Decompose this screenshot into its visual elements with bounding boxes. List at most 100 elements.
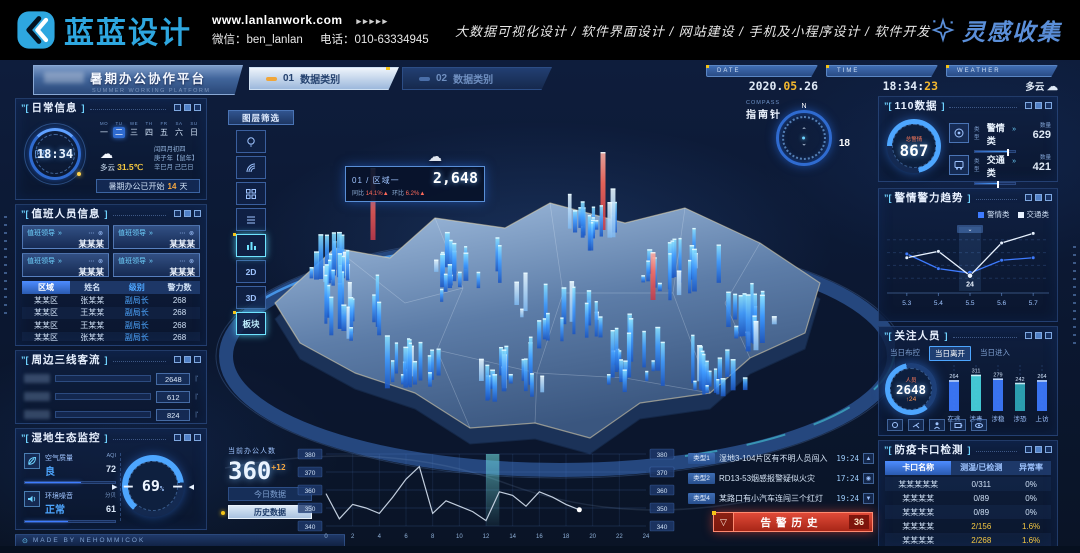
alert-up-icon[interactable]: ▲ — [863, 453, 874, 464]
cell: 268 — [159, 308, 200, 317]
pin-icon[interactable] — [1035, 102, 1042, 109]
pin-icon[interactable] — [1035, 446, 1042, 453]
column-header[interactable]: 级别 — [115, 282, 160, 293]
checkpoint-name: 某某某某 — [885, 535, 951, 546]
table-row[interactable]: 某某某某某0/3110% — [885, 477, 1051, 491]
alert-row[interactable]: 类型1湿地3-104片区有不明人员闯入19:24▲ — [688, 450, 874, 467]
column-header[interactable]: 异常率 — [1011, 461, 1051, 475]
focus-tab-当日布控[interactable]: 当日布控 — [885, 346, 925, 361]
table-row[interactable]: 某某区张某某副局长268 — [22, 332, 200, 342]
wechat-info: 微信：ben_lanlan — [212, 34, 303, 46]
alert-dot-icon[interactable]: ◉ — [863, 473, 874, 484]
table-row[interactable]: 某某某某2/1561.6% — [885, 519, 1051, 533]
交通类-row[interactable]: 类型交通类»数量421 — [949, 153, 1051, 183]
table-row[interactable]: 某某区王某某副局长268 — [22, 319, 200, 332]
expand-icon[interactable] — [1045, 446, 1052, 453]
minimize-icon[interactable] — [174, 210, 181, 217]
weekday-cell[interactable]: FR五 — [158, 121, 170, 138]
bars-layer-icon-button[interactable] — [236, 234, 266, 257]
table-row[interactable]: 某某某某0/890% — [885, 491, 1051, 505]
layer-mode-button-3D[interactable]: 3D — [236, 286, 266, 309]
pin-icon[interactable] — [184, 356, 191, 363]
expand-icon[interactable] — [194, 210, 201, 217]
focus-category-icon[interactable] — [950, 419, 966, 431]
tab-data-category-02[interactable]: 02 数据类别 — [402, 67, 552, 90]
layer-mode-button-2D[interactable]: 2D — [236, 260, 266, 283]
weekday-cell[interactable]: WE三 — [128, 121, 140, 138]
expand-icon[interactable] — [1045, 102, 1052, 109]
alert-down-icon[interactable]: ▼ — [863, 493, 874, 504]
card-options-icon[interactable]: ⋯ ⊗ — [88, 258, 104, 265]
table-row[interactable]: 某某某某0/890% — [885, 505, 1051, 519]
alert-row[interactable]: 类型2RD13-53烟感报警疑似火灾17:24◉ — [688, 470, 874, 487]
column-header[interactable]: 姓名 — [70, 282, 115, 293]
focus-bar-chart[interactable]: 264在逃311涉毒279涉稳242涉恐264上访 — [943, 359, 1053, 427]
column-header[interactable]: 卡口名称 — [885, 461, 951, 475]
focus-category-icon[interactable] — [887, 419, 903, 431]
duty-leader-card[interactable]: 值班领导»⋯ ⊗某某某 — [22, 225, 109, 249]
minimize-icon[interactable] — [1025, 446, 1032, 453]
expand-icon[interactable] — [194, 434, 201, 441]
cluster-layer-icon-button[interactable] — [236, 182, 266, 205]
minimize-icon[interactable] — [174, 356, 181, 363]
weekday-cell[interactable]: SU日 — [188, 121, 200, 138]
expand-icon[interactable] — [1045, 332, 1052, 339]
duty-leader-card[interactable]: 值班领导»⋯ ⊗某某某 — [113, 253, 200, 277]
tooltip-region: 01 / 区域一 — [352, 175, 400, 186]
expand-icon[interactable] — [194, 104, 201, 111]
minimize-icon[interactable] — [174, 104, 181, 111]
office-count-delta: +12 — [271, 463, 285, 472]
expand-icon[interactable] — [1045, 194, 1052, 201]
signal-layer-icon-button[interactable] — [236, 156, 266, 179]
trend-line-chart[interactable]: ⌄245.35.45.55.65.7 — [883, 219, 1055, 319]
bulb-layer-icon-button[interactable] — [236, 130, 266, 153]
column-header[interactable]: 区域 — [22, 281, 70, 294]
gauge-right-arrow[interactable]: ◀ — [189, 483, 194, 491]
pin-icon[interactable] — [1035, 332, 1042, 339]
website-url[interactable]: www.lanlanwork.com — [212, 13, 343, 27]
alarm-history-button[interactable]: ▽ 告警历史 36 — [713, 512, 873, 532]
card-options-icon[interactable]: ⋯ ⊗ — [179, 258, 195, 265]
minimize-icon[interactable] — [1025, 194, 1032, 201]
expand-icon[interactable] — [194, 356, 201, 363]
focus-category-icon[interactable] — [929, 419, 945, 431]
weekday-cell[interactable]: TU二 — [113, 121, 125, 138]
column-header[interactable]: 测温/已检测 — [951, 461, 1011, 475]
duty-leader-card[interactable]: 值班领导»⋯ ⊗某某某 — [22, 253, 109, 277]
focus-category-icon[interactable] — [908, 419, 924, 431]
svg-text:264: 264 — [1037, 374, 1046, 380]
minimize-icon[interactable] — [1025, 102, 1032, 109]
minimize-icon[interactable] — [174, 434, 181, 441]
weekday-cell[interactable]: SA六 — [173, 121, 185, 138]
weekday-cell[interactable]: TH四 — [143, 121, 155, 138]
svg-text:350: 350 — [657, 506, 668, 513]
list-layer-icon-button[interactable] — [236, 208, 266, 231]
weekday-cell[interactable]: MO一 — [98, 121, 110, 138]
pin-icon[interactable] — [184, 434, 191, 441]
card-options-icon[interactable]: ⋯ ⊗ — [179, 230, 195, 237]
minimize-icon[interactable] — [1025, 332, 1032, 339]
cell: 268 — [159, 296, 200, 305]
警情类-row[interactable]: 类型警情类»数量629 — [949, 121, 1051, 151]
focus-category-icon[interactable] — [971, 419, 987, 431]
table-row[interactable]: 某某某某2/2681.6% — [885, 533, 1051, 547]
compass-dial[interactable]: N ⌃⌄ — [776, 110, 832, 166]
tab-data-category-01[interactable]: 01 数据类别 — [249, 67, 399, 90]
flow-bar-value: 824 — [156, 409, 190, 421]
pin-icon[interactable] — [1035, 194, 1042, 201]
inspiration-collect[interactable]: 灵感收集 — [930, 0, 1062, 60]
alert-row[interactable]: 类型4某路口有小汽车连闯三个红灯19:24▼ — [688, 490, 874, 507]
flow-bar-track — [55, 411, 151, 418]
pin-icon[interactable] — [184, 104, 191, 111]
layer-mode-button-板块[interactable]: 板块 — [236, 312, 266, 335]
duty-leader-card[interactable]: 值班领导»⋯ ⊗某某某 — [113, 225, 200, 249]
card-options-icon[interactable]: ⋯ ⊗ — [88, 230, 104, 237]
weather-segment: WEATHER 多云 ☁ — [946, 65, 1058, 93]
lanlan-logo[interactable]: 蓝蓝设计 — [16, 8, 192, 52]
table-row[interactable]: 某某区张某某副局长268 — [22, 294, 200, 307]
column-header[interactable]: 警力数 — [159, 282, 200, 293]
office-trend-chart[interactable]: 3803803703703603603503503403400246810121… — [296, 446, 676, 548]
table-row[interactable]: 某某区王某某副局长268 — [22, 307, 200, 320]
pin-icon[interactable] — [184, 210, 191, 217]
gauge-left-arrow[interactable]: ▶ — [112, 483, 117, 491]
